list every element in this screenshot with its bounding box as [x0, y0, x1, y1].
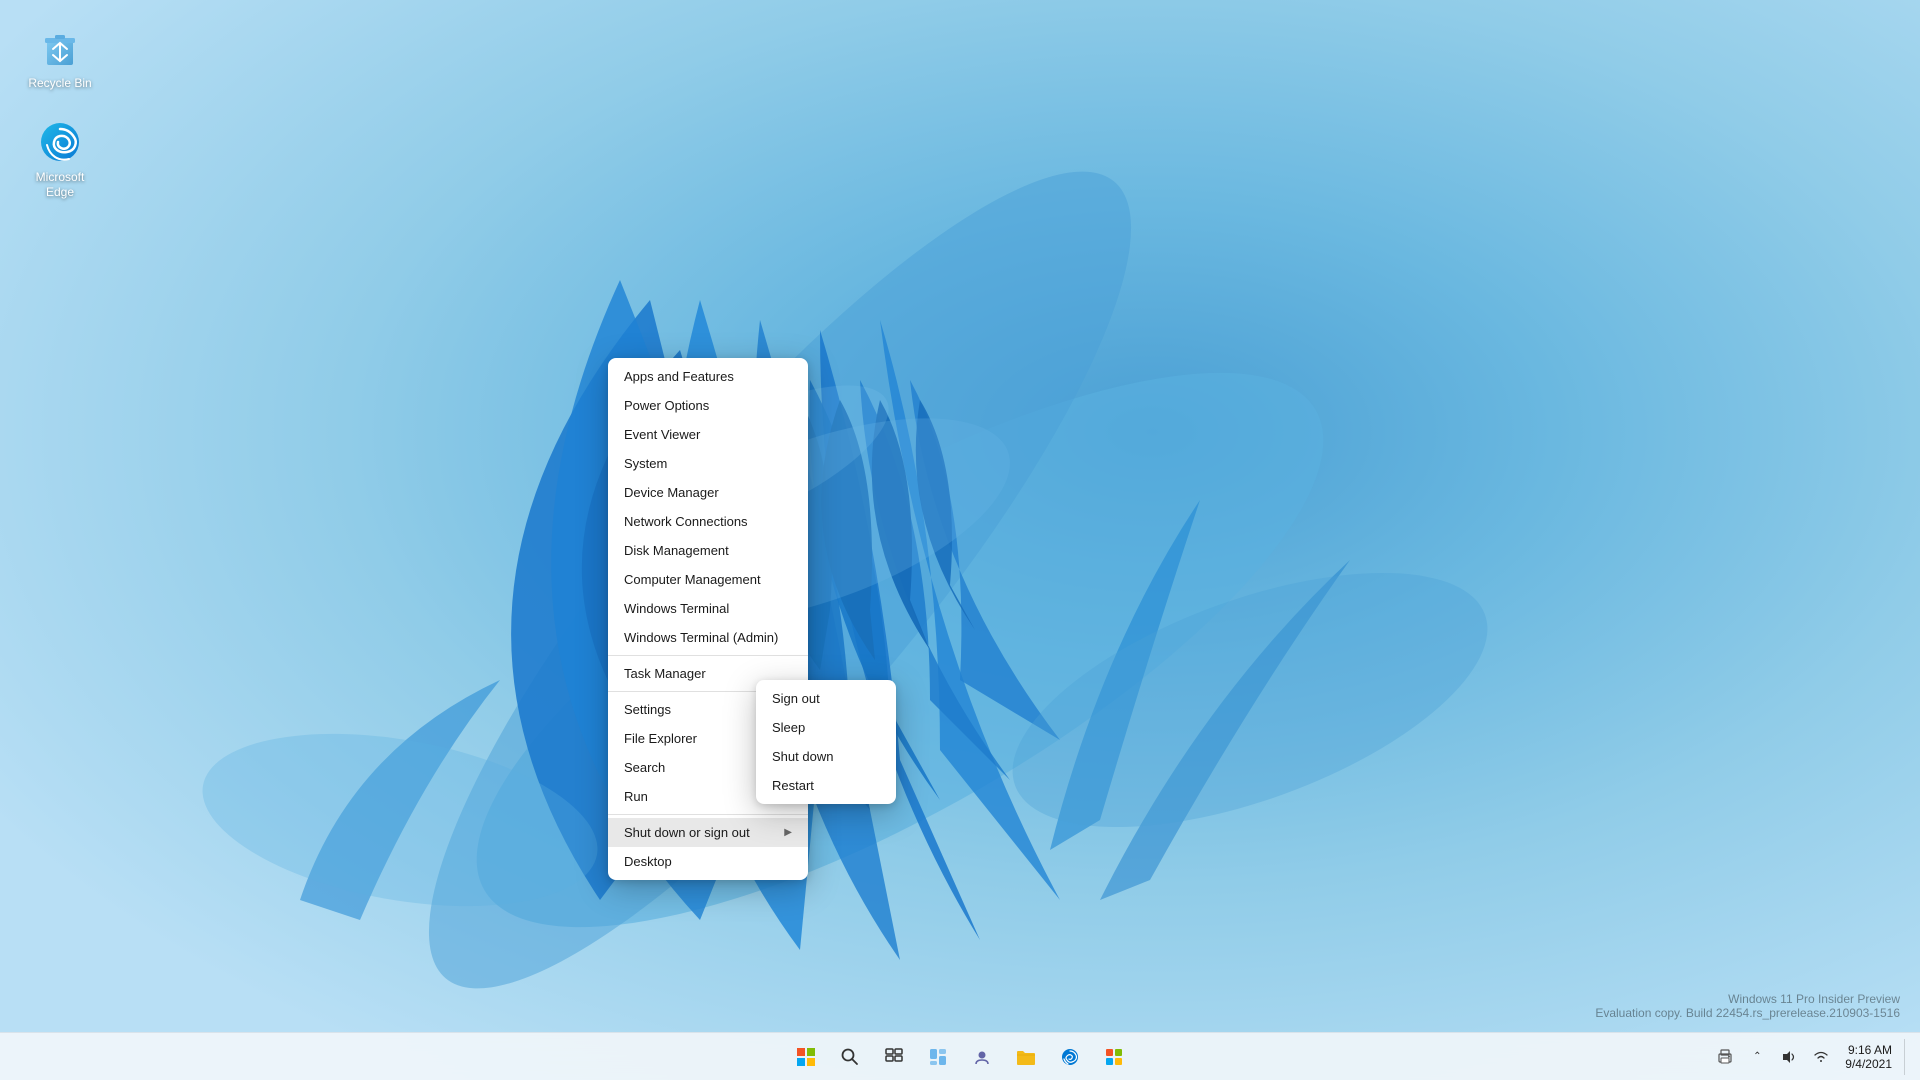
menu-item-apps-features[interactable]: Apps and Features — [608, 362, 808, 391]
store-taskbar-button[interactable] — [1094, 1037, 1134, 1077]
edge-icon-desktop[interactable]: Microsoft Edge — [20, 114, 100, 203]
context-menu-divider-1 — [608, 655, 808, 656]
start-button[interactable] — [786, 1037, 826, 1077]
submenu-item-restart[interactable]: Restart — [756, 771, 896, 800]
menu-item-system[interactable]: System — [608, 449, 808, 478]
widgets-button[interactable] — [918, 1037, 958, 1077]
desktop-icons: Recycle Bin — [20, 20, 100, 203]
recycle-bin-label: Recycle Bin — [28, 76, 91, 90]
submenu-arrow-icon: ▶ — [784, 827, 792, 838]
clock[interactable]: 9:16 AM 9/4/2021 — [1841, 1041, 1896, 1073]
file-explorer-taskbar-button[interactable] — [1006, 1037, 1046, 1077]
chevron-tray-icon[interactable]: ⌃ — [1745, 1045, 1769, 1069]
submenu-item-shut-down[interactable]: Shut down — [756, 742, 896, 771]
wallpaper — [0, 0, 1920, 1080]
submenu-shut-down-sign-out: Sign out Sleep Shut down Restart — [756, 680, 896, 804]
menu-item-shut-down-sign-out[interactable]: Shut down or sign out ▶ — [608, 818, 808, 847]
menu-item-disk-management[interactable]: Disk Management — [608, 536, 808, 565]
show-desktop-button[interactable] — [1904, 1039, 1908, 1075]
task-view-button[interactable] — [874, 1037, 914, 1077]
taskbar-center-icons — [786, 1037, 1134, 1077]
menu-item-event-viewer[interactable]: Event Viewer — [608, 420, 808, 449]
menu-item-windows-terminal[interactable]: Windows Terminal — [608, 594, 808, 623]
menu-item-power-options[interactable]: Power Options — [608, 391, 808, 420]
system-tray: ⌃ 9:16 AM 9/4/2021 — [1713, 1039, 1908, 1075]
submenu-item-sleep[interactable]: Sleep — [756, 713, 896, 742]
menu-item-windows-terminal-admin[interactable]: Windows Terminal (Admin) — [608, 623, 808, 652]
menu-item-desktop[interactable]: Desktop — [608, 847, 808, 876]
edge-image — [36, 118, 84, 166]
submenu-item-sign-out[interactable]: Sign out — [756, 684, 896, 713]
edge-taskbar-button[interactable] — [1050, 1037, 1090, 1077]
edge-label: Microsoft Edge — [24, 170, 96, 199]
menu-item-computer-management[interactable]: Computer Management — [608, 565, 808, 594]
menu-item-device-manager[interactable]: Device Manager — [608, 478, 808, 507]
network-tray-icon[interactable] — [1809, 1045, 1833, 1069]
recycle-bin-icon[interactable]: Recycle Bin — [20, 20, 100, 94]
menu-item-network-connections[interactable]: Network Connections — [608, 507, 808, 536]
search-taskbar-button[interactable] — [830, 1037, 870, 1077]
desktop: Recycle Bin — [0, 0, 1920, 1080]
context-menu-divider-3 — [608, 814, 808, 815]
volume-tray-icon[interactable] — [1777, 1045, 1801, 1069]
taskbar: ⌃ 9:16 AM 9/4/2021 — [0, 1032, 1920, 1080]
chat-button[interactable] — [962, 1037, 1002, 1077]
recycle-bin-image — [36, 24, 84, 72]
printer-tray-icon[interactable] — [1713, 1045, 1737, 1069]
